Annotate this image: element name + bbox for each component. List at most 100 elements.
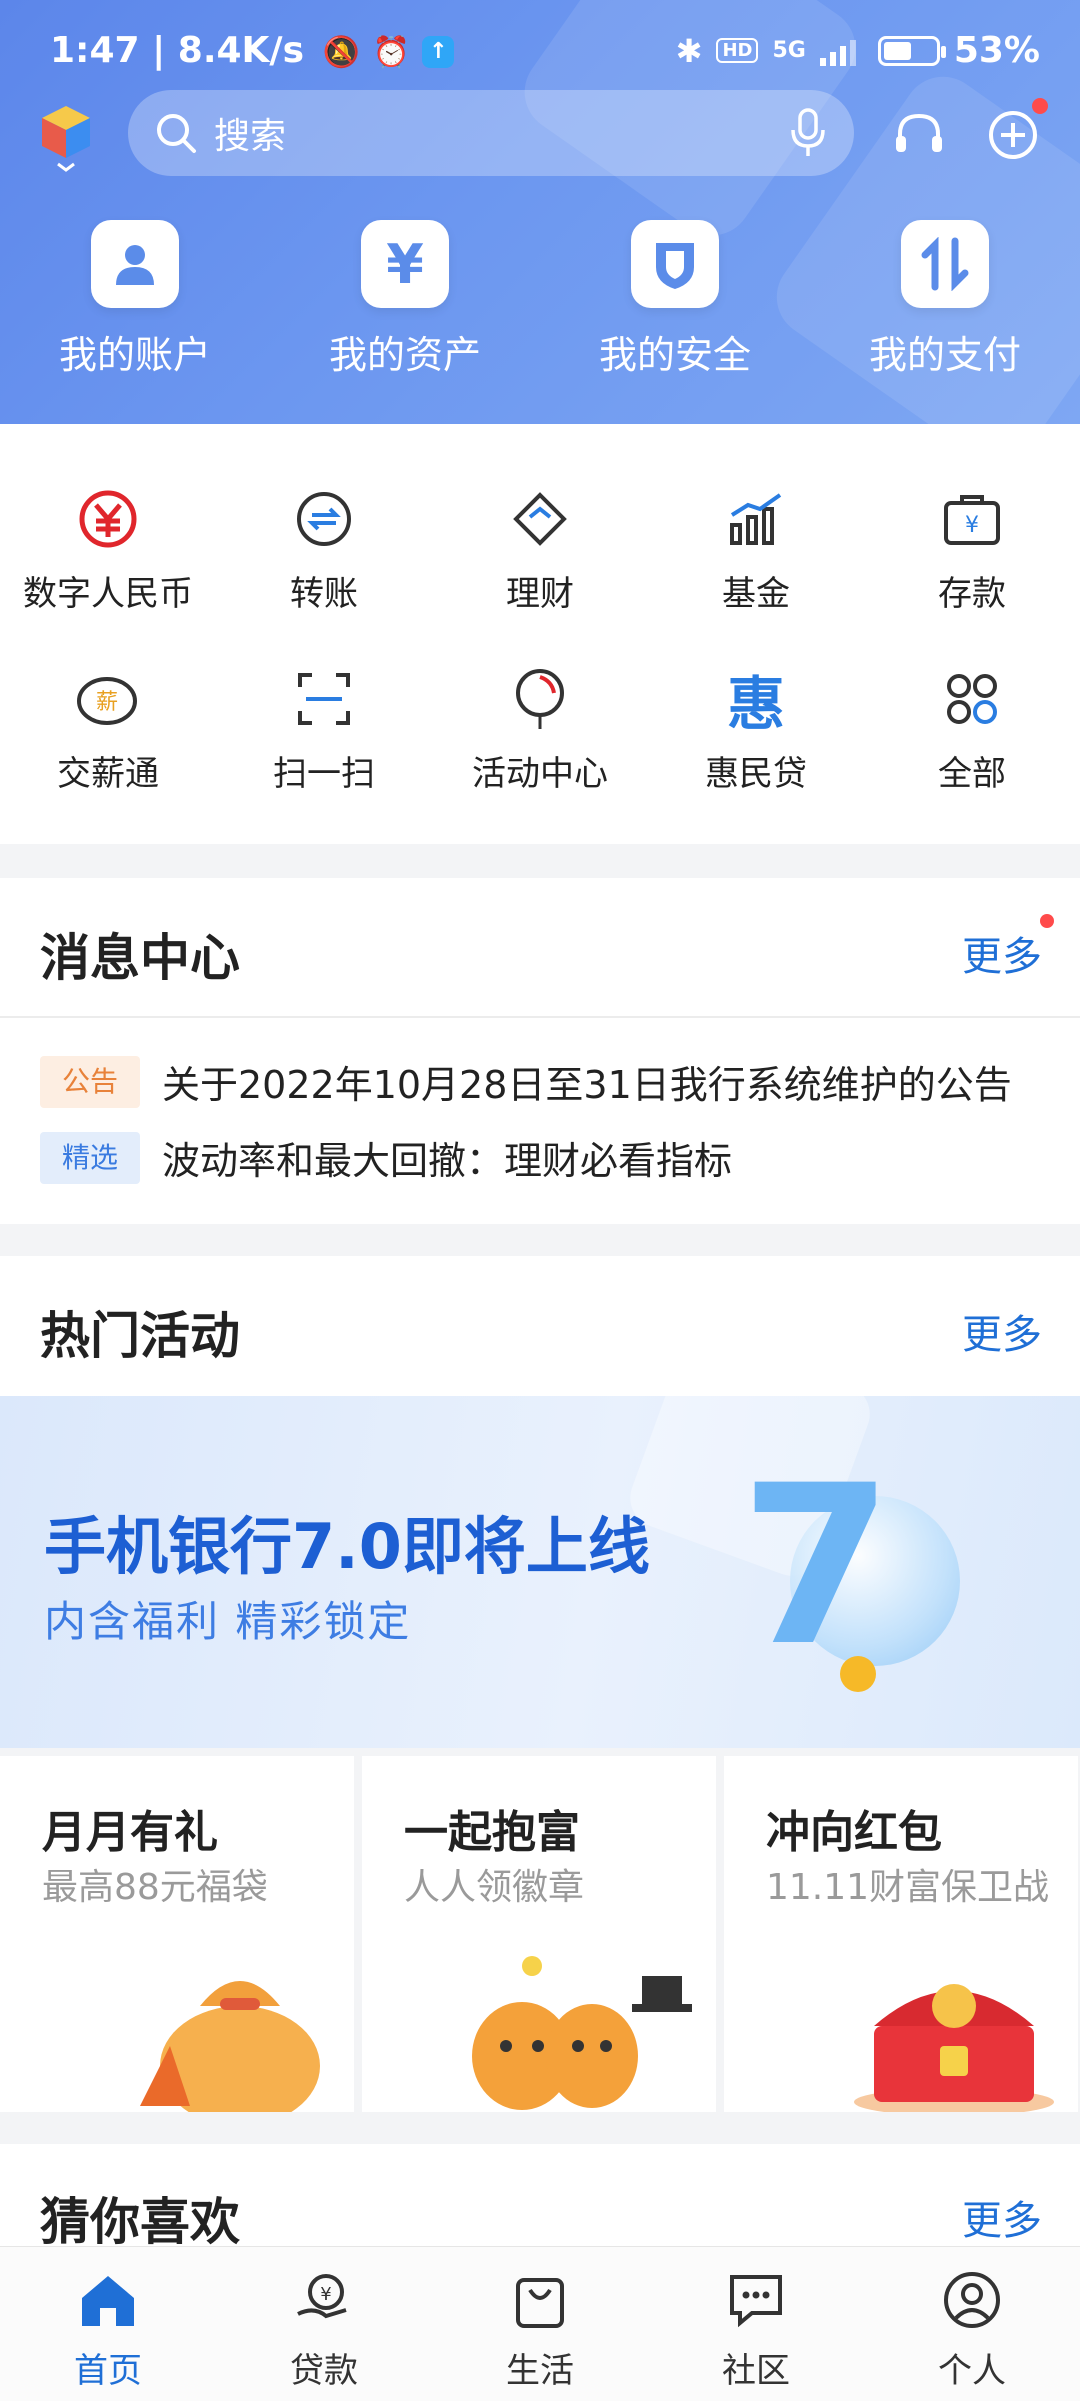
grid-label: 转账 — [290, 574, 358, 614]
message-item[interactable]: 公告 关于2022年10月28日至31日我行系统维护的公告 — [40, 1054, 1012, 1109]
add-icon[interactable] — [986, 108, 1040, 162]
search-placeholder: 搜索 — [214, 116, 287, 157]
network-type: 5G — [772, 38, 806, 63]
svg-text:¥: ¥ — [965, 513, 979, 538]
quick-label: 我的账户 — [58, 333, 211, 377]
hd-icon: HD — [716, 38, 759, 63]
quick-my-payment[interactable]: 我的支付 — [845, 220, 1045, 379]
loan-hand-icon: ¥ — [291, 2267, 357, 2333]
grid-loan[interactable]: 惠 惠民贷 — [648, 664, 864, 795]
nav-label: 社区 — [722, 2351, 790, 2391]
nav-label: 首页 — [74, 2351, 142, 2391]
svg-text:¥: ¥ — [320, 2284, 331, 2305]
scan-icon — [289, 664, 359, 734]
quick-label: 我的资产 — [328, 333, 481, 377]
grid-activity-center[interactable]: 活动中心 — [432, 664, 648, 795]
fund-icon — [721, 484, 791, 554]
grid-all[interactable]: 全部 — [864, 664, 1080, 795]
notification-dot — [1032, 98, 1048, 114]
bottom-nav: 首页 ¥ 贷款 生活 社区 个人 — [0, 2246, 1080, 2401]
status-time: 1:47 | 8.4K/s 🔕 ⏰ ↑ — [50, 30, 455, 71]
function-grid: 数字人民币 转账 理财 基金 ¥ 存款 薪 交薪通 扫一扫 活动中心 惠 惠民贷… — [0, 424, 1080, 844]
promo-title: 一起抱富 — [404, 1807, 580, 1858]
status-right: ✱ HD 5G 53% — [676, 30, 1040, 71]
message-center-title: 消息中心 — [40, 929, 240, 987]
shield-icon — [631, 220, 719, 308]
grid-fund[interactable]: 基金 — [648, 484, 864, 615]
salary-icon: 薪 — [73, 664, 143, 734]
featured-tag: 精选 — [40, 1131, 140, 1184]
grid-transfer[interactable]: 转账 — [216, 484, 432, 615]
battery-fill — [883, 41, 911, 60]
message-text: 关于2022年10月28日至31日我行系统维护的公告 — [162, 1063, 1012, 1107]
salary-icon-char: 薪 — [96, 690, 118, 715]
grid-digital-rmb[interactable]: 数字人民币 — [0, 484, 216, 615]
app-logo-icon[interactable] — [38, 104, 94, 178]
quick-label: 我的支付 — [868, 333, 1021, 377]
tiger-illustration — [472, 1956, 692, 2110]
grid-scan[interactable]: 扫一扫 — [216, 664, 432, 795]
grid-label: 活动中心 — [472, 754, 608, 794]
grid-salary[interactable]: 薪 交薪通 — [0, 664, 216, 795]
quick-label: 我的安全 — [598, 333, 751, 377]
loan-icon: 惠 — [721, 664, 791, 738]
grid-deposit[interactable]: ¥ 存款 — [864, 484, 1080, 615]
nav-life[interactable]: 生活 — [432, 2267, 648, 2392]
quick-my-assets[interactable]: ¥ 我的资产 — [305, 220, 505, 379]
nav-label: 生活 — [506, 2351, 574, 2391]
promo-card-rich-together[interactable]: 一起抱富 人人领徽章 — [362, 1756, 716, 2112]
nav-home[interactable]: 首页 — [0, 2267, 216, 2392]
loan-icon-char: 惠 — [726, 670, 785, 738]
message-item[interactable]: 精选 波动率和最大回撤：理财必看指标 — [40, 1130, 732, 1185]
microphone-icon[interactable] — [788, 108, 828, 158]
all-apps-icon — [937, 664, 1007, 734]
divider — [0, 1016, 1080, 1018]
hot-more-link[interactable]: 更多 — [962, 1302, 1042, 1360]
message-more-link[interactable]: 更多 — [962, 924, 1042, 982]
network-speed: 8.4K/s — [177, 30, 305, 71]
announcement-tag: 公告 — [40, 1055, 140, 1108]
account-icon — [91, 220, 179, 308]
grid-label: 惠民贷 — [705, 754, 807, 794]
guess-more-link[interactable]: 更多 — [962, 2188, 1042, 2246]
quick-my-security[interactable]: 我的安全 — [575, 220, 775, 379]
promo-subtitle: 最高88元福袋 — [42, 1867, 268, 1908]
battery-icon — [877, 35, 946, 66]
hot-activities-header: 热门活动 更多 — [0, 1256, 1080, 1396]
grid-label: 存款 — [938, 574, 1006, 614]
nav-loan[interactable]: ¥ 贷款 — [216, 2267, 432, 2392]
lucky-bag-illustration — [140, 1981, 320, 2112]
grid-label: 交薪通 — [57, 754, 159, 794]
grid-wealth[interactable]: 理财 — [432, 484, 648, 615]
quick-my-account[interactable]: 我的账户 — [35, 220, 235, 379]
treasure-chest-illustration — [854, 1984, 1054, 2112]
digital-rmb-icon — [73, 484, 143, 554]
yuan-icon: ¥ — [361, 220, 449, 308]
guess-title: 猜你喜欢 — [40, 2193, 240, 2251]
promo-banner[interactable]: 手机银行7.0即将上线 内含福利 精彩锁定 7 — [0, 1396, 1080, 1748]
transfer-arrows-icon — [901, 220, 989, 308]
user-icon — [939, 2267, 1005, 2333]
transfer-icon — [289, 484, 359, 554]
guess-you-like-header: 猜你喜欢 更多 — [0, 2144, 1080, 2251]
balloon-icon — [505, 664, 575, 734]
battery-percent: 53% — [953, 30, 1040, 71]
unread-dot — [1040, 914, 1054, 928]
grid-label: 数字人民币 — [23, 574, 193, 614]
mute-icon: 🔕 — [322, 35, 360, 70]
nav-community[interactable]: 社区 — [648, 2267, 864, 2392]
upload-icon: ↑ — [422, 36, 455, 68]
search-bar[interactable]: 搜索 — [128, 90, 854, 176]
search-icon — [157, 114, 196, 153]
banner-title: 手机银行7.0即将上线 — [44, 1510, 650, 1583]
home-icon — [75, 2267, 141, 2333]
message-text: 波动率和最大回撤：理财必看指标 — [162, 1139, 733, 1183]
promo-card-monthly-gift[interactable]: 月月有礼 最高88元福袋 — [0, 1756, 354, 2112]
promo-card-red-envelope[interactable]: 冲向红包 11.11财富保卫战 — [724, 1756, 1078, 2112]
nav-profile[interactable]: 个人 — [864, 2267, 1080, 2392]
wealth-icon — [505, 484, 575, 554]
signal-icon — [819, 39, 856, 66]
hot-activities-title: 热门活动 — [40, 1307, 240, 1365]
headset-icon[interactable] — [892, 110, 946, 160]
promo-title: 月月有礼 — [42, 1807, 218, 1858]
